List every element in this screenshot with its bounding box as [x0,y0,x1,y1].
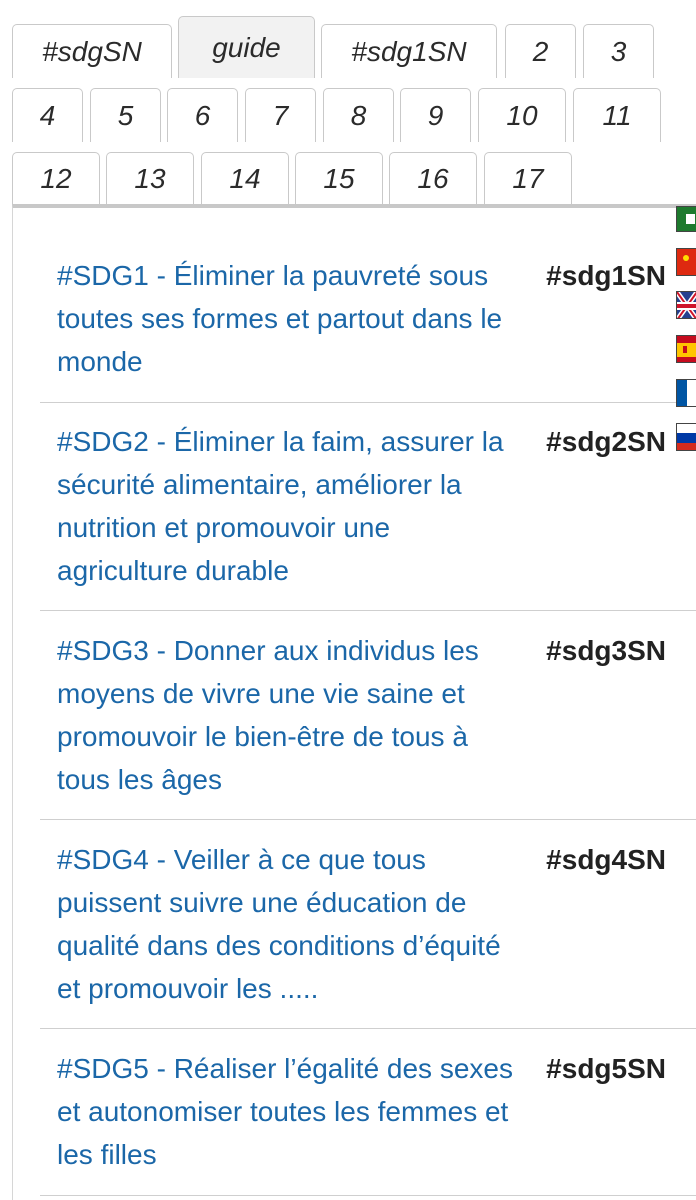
tab-label: 12 [40,162,72,194]
goal-hashtag[interactable]: #sdg5SN [546,1047,666,1090]
tab-10[interactable]: 10 [478,88,566,142]
tab-15[interactable]: 15 [295,152,383,204]
tab-9[interactable]: 9 [400,88,471,142]
tab-sdgsn[interactable]: #sdgSN [12,24,172,78]
tab-label: 8 [350,99,367,131]
tab-label: 14 [229,162,261,194]
tab-label: 9 [427,99,444,131]
tab-label: 5 [117,99,134,131]
english-flag-icon[interactable] [676,291,696,319]
tab-17[interactable]: 17 [484,152,572,204]
chinese-flag-icon[interactable] [676,248,696,276]
tab-label: 11 [602,99,632,131]
tab-label: #sdg1SN [351,35,467,67]
tab-label: 4 [39,99,56,131]
goal-hashtag[interactable]: #sdg1SN [546,254,666,297]
arabic-flag-icon[interactable] [676,206,696,232]
tab-label: #sdgSN [42,35,142,67]
tab-label: 10 [506,99,538,131]
tab-5[interactable]: 5 [90,88,161,142]
goal-title-link[interactable]: #SDG3 - Donner aux individus les moyens … [57,629,515,801]
tab-label: 6 [194,99,211,131]
goal-title-link[interactable]: #SDG4 - Veiller à ce que tous puissent s… [57,838,515,1010]
tab-7[interactable]: 7 [245,88,316,142]
goal-row-sdg4: #SDG4 - Veiller à ce que tous puissent s… [40,838,696,1029]
goal-row-sdg2: #SDG2 - Éliminer la faim, assurer la séc… [40,420,696,611]
tab-16[interactable]: 16 [389,152,477,204]
tab-13[interactable]: 13 [106,152,194,204]
tab-8[interactable]: 8 [323,88,394,142]
tab-4[interactable]: 4 [12,88,83,142]
tab-label: 15 [323,162,355,194]
tab-sdg1sn[interactable]: #sdg1SN [321,24,497,78]
spanish-flag-icon[interactable] [676,335,696,363]
tab-6[interactable]: 6 [167,88,238,142]
tab-label: 2 [532,35,549,67]
goal-title-link[interactable]: #SDG5 - Réaliser l’égalité des sexes et … [57,1047,515,1176]
goal-hashtag[interactable]: #sdg4SN [546,838,666,881]
tab-14[interactable]: 14 [201,152,289,204]
goal-hashtag[interactable]: #sdg2SN [546,420,666,463]
goal-row-sdg5: #SDG5 - Réaliser l’égalité des sexes et … [40,1047,696,1196]
tab-3[interactable]: 3 [583,24,654,78]
goal-title-link[interactable]: #SDG1 - Éliminer la pauvreté sous toutes… [57,254,515,383]
tab-label: 13 [134,162,166,194]
tab-label: 7 [272,99,289,131]
tab-guide[interactable]: guide [178,16,315,78]
goal-row-sdg3: #SDG3 - Donner aux individus les moyens … [40,629,696,820]
tab-2[interactable]: 2 [505,24,576,78]
tab-11[interactable]: 11 [573,88,661,142]
tab-label: 17 [512,162,544,194]
tab-12[interactable]: 12 [12,152,100,204]
goal-row-sdg1: #SDG1 - Éliminer la pauvreté sous toutes… [40,254,696,403]
goal-hashtag[interactable]: #sdg3SN [546,629,666,672]
russian-flag-icon[interactable] [676,423,696,451]
tab-label: guide [212,31,281,63]
french-flag-icon[interactable] [676,379,696,407]
tab-label: 3 [610,35,627,67]
goal-title-link[interactable]: #SDG2 - Éliminer la faim, assurer la séc… [57,420,515,592]
tab-label: 16 [417,162,449,194]
